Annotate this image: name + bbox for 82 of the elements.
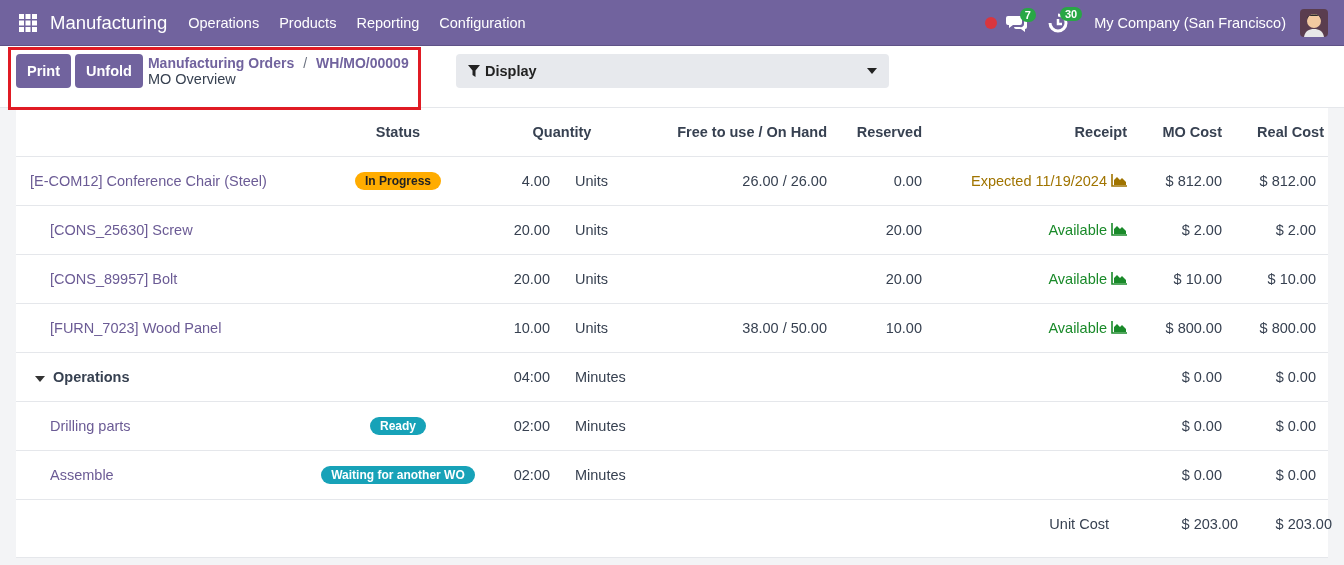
reserved-quantity: 10.00 <box>884 320 923 336</box>
item-link[interactable]: [E-COM12] Conference Chair (Steel) <box>30 173 267 189</box>
quantity: 10.00 <box>512 320 551 336</box>
breadcrumb-link[interactable]: Manufacturing Orders <box>147 55 295 71</box>
column-header: Quantity <box>531 124 593 140</box>
menu-item[interactable]: Reporting <box>356 14 420 31</box>
receipt-status: Available <box>1048 271 1107 287</box>
item-link[interactable]: Drilling parts <box>50 418 131 434</box>
apps-menu-icon[interactable] <box>19 13 37 32</box>
unit: Minutes <box>574 369 627 385</box>
unit: Units <box>574 320 610 336</box>
stock-quantity: 26.00 / 26.00 <box>741 173 828 189</box>
notification-count: 30 <box>1059 6 1083 21</box>
status-badge: Waiting for another WO <box>321 466 475 484</box>
status-badge: In Progress <box>355 172 441 190</box>
menu-item[interactable]: Operations <box>188 14 260 31</box>
cost: $ 800.00 <box>1258 320 1317 336</box>
cost: $ 0.00 <box>1274 369 1317 385</box>
receipt-status: Available <box>1048 222 1107 238</box>
quantity: 02:00 <box>512 418 551 434</box>
filter-icon <box>468 65 480 77</box>
cost: $ 812.00 <box>1164 173 1223 189</box>
cost: $ 0.00 <box>1180 369 1223 385</box>
cost: $ 203.00 <box>1274 516 1333 532</box>
area-chart-icon[interactable] <box>1111 174 1127 187</box>
area-chart-icon[interactable] <box>1111 272 1127 285</box>
item-link[interactable]: [FURN_7023] Wood Panel <box>50 320 222 336</box>
toolbar-button[interactable]: Print <box>16 54 72 88</box>
cost: $ 2.00 <box>1274 222 1317 238</box>
cost: $ 0.00 <box>1180 467 1223 483</box>
cost: $ 10.00 <box>1266 271 1317 287</box>
cost: $ 0.00 <box>1180 418 1223 434</box>
reserved-quantity: 20.00 <box>884 271 923 287</box>
stock-quantity: 38.00 / 50.00 <box>741 320 828 336</box>
area-chart-icon[interactable] <box>1111 321 1127 334</box>
column-header: Receipt <box>1073 124 1128 140</box>
quantity: 02:00 <box>512 467 551 483</box>
breadcrumb-link[interactable]: WH/MO/00009 <box>316 55 409 71</box>
page-title: MO Overview <box>147 71 237 87</box>
cost: $ 2.00 <box>1180 222 1223 238</box>
cost: $ 0.00 <box>1274 467 1317 483</box>
caret-icon <box>867 68 877 74</box>
column-header: Real Cost <box>1256 124 1325 140</box>
unit: Minutes <box>574 418 627 434</box>
app-name[interactable]: Manufacturing <box>50 11 168 34</box>
quantity: 20.00 <box>512 271 551 287</box>
cost: $ 203.00 <box>1180 516 1239 532</box>
unit: Units <box>574 271 610 287</box>
cost: $ 812.00 <box>1258 173 1317 189</box>
cost: $ 800.00 <box>1164 320 1223 336</box>
item-link[interactable]: [CONS_89957] Bolt <box>50 271 178 287</box>
notification-count: 7 <box>1019 7 1036 22</box>
quantity: 20.00 <box>512 222 551 238</box>
column-header: Free to use / On Hand <box>676 124 828 140</box>
reserved-quantity: 20.00 <box>884 222 923 238</box>
receipt-status: Available <box>1048 320 1107 336</box>
column-header: Reserved <box>855 124 923 140</box>
receipt-status: Expected 11/19/2024 <box>971 173 1107 189</box>
status-badge: Ready <box>370 417 426 435</box>
cost: $ 10.00 <box>1172 271 1223 287</box>
column-header: MO Cost <box>1161 124 1223 140</box>
reserved-quantity: 0.00 <box>892 173 923 189</box>
column-header: Status <box>374 124 422 140</box>
cost: $ 0.00 <box>1274 418 1317 434</box>
company-switcher[interactable]: My Company (San Francisco) <box>1094 14 1286 31</box>
unit: Minutes <box>574 467 627 483</box>
display-dropdown[interactable]: Display <box>456 54 889 88</box>
menu-item[interactable]: Configuration <box>439 14 526 31</box>
item-link[interactable]: Assemble <box>50 467 114 483</box>
toolbar-button[interactable]: Unfold <box>75 54 143 88</box>
unit: Units <box>574 173 610 189</box>
menu-item[interactable]: Products <box>279 14 337 31</box>
breadcrumb-separator: / <box>303 55 308 71</box>
quantity: 04:00 <box>512 369 551 385</box>
group-name[interactable]: Operations <box>53 369 130 385</box>
quantity: 4.00 <box>520 173 551 189</box>
caret-icon[interactable] <box>35 376 45 382</box>
unit: Units <box>574 222 610 238</box>
area-chart-icon[interactable] <box>1111 223 1127 236</box>
item-link[interactable]: [CONS_25630] Screw <box>50 222 193 238</box>
total-label: Unit Cost <box>1048 516 1110 532</box>
avatar[interactable] <box>1300 8 1328 37</box>
